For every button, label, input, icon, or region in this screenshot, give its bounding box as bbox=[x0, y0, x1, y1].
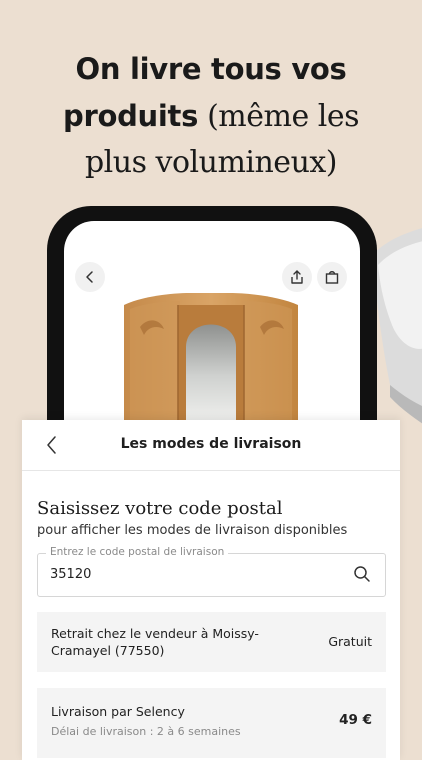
delivery-option-price: Gratuit bbox=[328, 634, 372, 649]
delivery-sheet: Les modes de livraison Saisissez votre c… bbox=[22, 420, 400, 760]
delivery-option-price: 49 € bbox=[339, 712, 372, 728]
delivery-option-label: Retrait chez le vendeur à Moissy-Cramaye… bbox=[51, 626, 259, 658]
delivery-option-label: Livraison par Selency bbox=[51, 704, 185, 719]
bag-button[interactable] bbox=[317, 262, 347, 292]
bag-icon bbox=[325, 271, 339, 284]
wardrobe-image bbox=[124, 293, 298, 427]
headline: On livre tous vos produits (même les plu… bbox=[0, 48, 422, 188]
search-icon[interactable] bbox=[353, 565, 371, 583]
delivery-option-pickup[interactable]: Retrait chez le vendeur à Moissy-Cramaye… bbox=[37, 612, 386, 672]
headline-line2-serif: (même les bbox=[198, 99, 359, 134]
back-button[interactable] bbox=[75, 262, 105, 292]
postal-code-prompt-subtitle: pour afficher les modes de livraison dis… bbox=[37, 523, 348, 538]
lamp-decoration bbox=[372, 228, 422, 424]
postal-code-prompt-title: Saisissez votre code postal bbox=[37, 498, 283, 519]
headline-line2-bold: produits bbox=[63, 99, 199, 133]
headline-line3: plus volumineux) bbox=[84, 145, 338, 180]
chevron-left-icon bbox=[86, 271, 93, 283]
share-icon bbox=[291, 270, 303, 284]
sheet-title: Les modes de livraison bbox=[120, 436, 302, 452]
delivery-option-selency[interactable]: Livraison par Selency Délai de livraison… bbox=[37, 688, 386, 758]
sheet-header: Les modes de livraison bbox=[22, 420, 400, 471]
headline-line1: On livre tous vos bbox=[75, 52, 347, 86]
postal-code-field[interactable]: Entrez le code postal de livraison bbox=[37, 546, 386, 597]
delivery-option-delay: Délai de livraison : 2 à 6 semaines bbox=[51, 725, 241, 738]
postal-code-field-label: Entrez le code postal de livraison bbox=[46, 546, 229, 558]
postal-code-input[interactable] bbox=[50, 567, 220, 582]
